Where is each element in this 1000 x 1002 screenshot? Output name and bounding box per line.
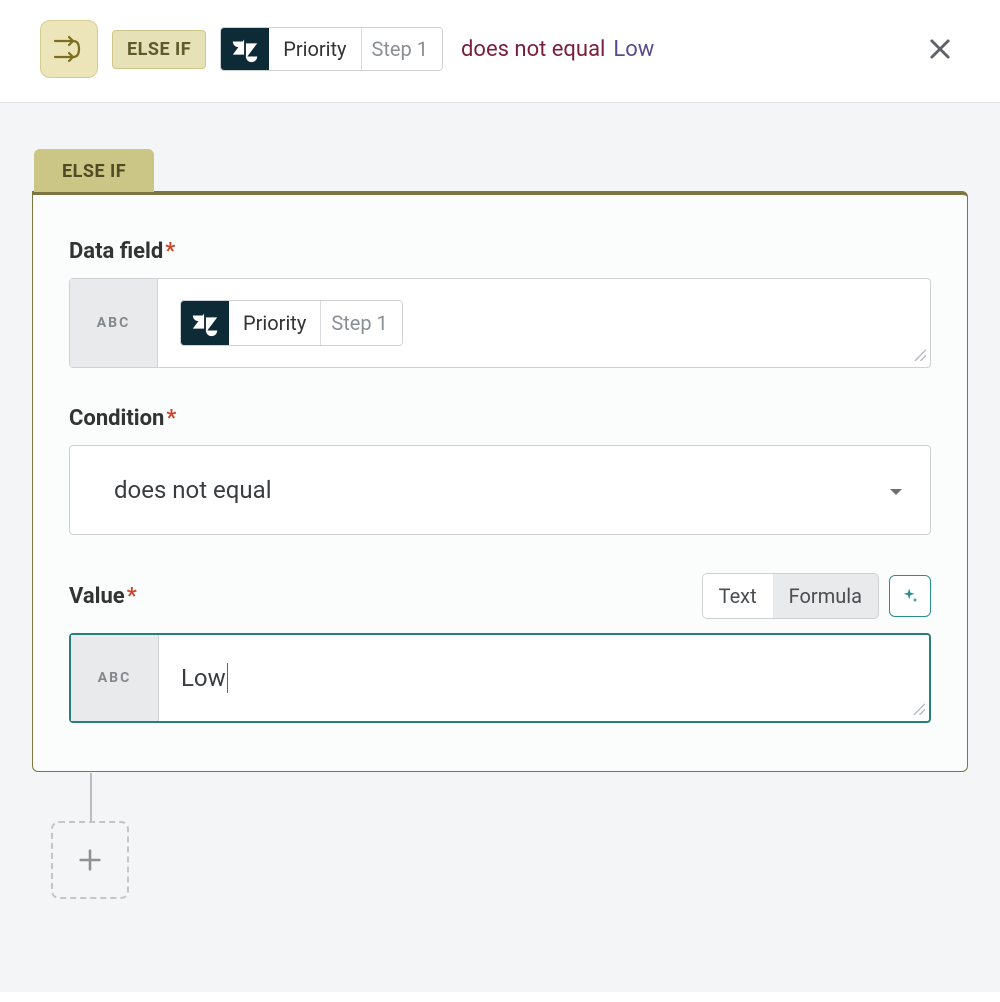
field-group-value: Value* Text Formula ABC <box>69 573 931 723</box>
close-icon[interactable] <box>920 29 960 69</box>
toggle-formula[interactable]: Formula <box>773 574 878 618</box>
value-text: Low <box>181 664 226 692</box>
elseif-badge: ELSE IF <box>112 30 206 69</box>
zendesk-icon <box>181 301 229 345</box>
type-badge-abc: ABC <box>71 635 159 721</box>
add-step-button[interactable] <box>51 821 129 899</box>
label-data-field: Data field* <box>69 239 931 264</box>
field-group-condition: Condition* does not equal <box>69 406 931 535</box>
ai-suggest-button[interactable] <box>889 575 931 617</box>
condition-summary: does not equal Low <box>461 37 654 62</box>
text-caret <box>227 663 228 693</box>
branch-icon <box>40 20 98 78</box>
tab-elseif[interactable]: ELSE IF <box>34 149 154 192</box>
value-mode-toggle: Text Formula <box>702 573 879 619</box>
workspace: ELSE IF Data field* ABC <box>0 102 1000 992</box>
condition-header: ELSE IF Priority Step 1 does not equal L… <box>0 0 1000 102</box>
label-condition: Condition* <box>69 406 931 431</box>
chevron-down-icon <box>888 476 904 504</box>
data-pill-step: Step 1 <box>361 28 442 70</box>
data-pill-name: Priority <box>229 301 320 345</box>
type-badge-abc: ABC <box>70 279 158 367</box>
toggle-text[interactable]: Text <box>703 574 773 618</box>
data-pill-name: Priority <box>269 28 360 70</box>
summary-condition: does not equal <box>461 37 605 62</box>
data-pill-priority[interactable]: Priority Step 1 <box>220 27 443 71</box>
condition-selected-value: does not equal <box>114 476 272 504</box>
condition-select[interactable]: does not equal <box>69 445 931 535</box>
field-group-data-field: Data field* ABC Priori <box>69 239 931 368</box>
label-value: Value* <box>69 584 137 609</box>
zendesk-icon <box>221 28 269 70</box>
condition-panel: Data field* ABC Priori <box>32 191 968 772</box>
data-field-input[interactable]: ABC Priority Step 1 <box>69 278 931 368</box>
flow-connector <box>90 773 92 821</box>
data-pill-priority[interactable]: Priority Step 1 <box>180 300 403 346</box>
summary-value: Low <box>613 37 654 62</box>
value-input[interactable]: ABC Low <box>69 633 931 723</box>
data-pill-step: Step 1 <box>320 301 401 345</box>
